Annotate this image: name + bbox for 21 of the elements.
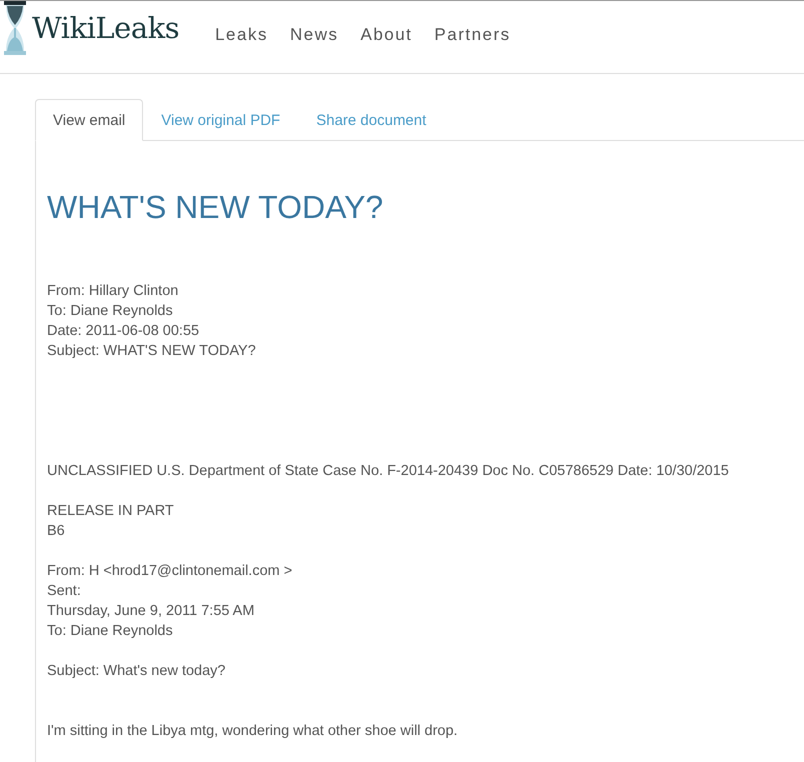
hourglass-icon: [3, 1, 27, 55]
nav-link[interactable]: Partners: [434, 25, 511, 45]
email-line: Sent:: [47, 582, 82, 601]
email-line: To: Diane Reynolds: [47, 622, 174, 641]
email-line: RELEASE IN PART: [47, 502, 175, 521]
tab[interactable]: View email: [35, 99, 144, 141]
email-line: From: H <hrod17@clintonemail.com >: [47, 562, 294, 581]
nav-link[interactable]: Leaks: [215, 25, 268, 45]
site-logo-text[interactable]: WikiLeaks: [32, 11, 180, 45]
email-title: WHAT'S NEW TODAY?: [47, 189, 384, 226]
email-line: B6: [47, 522, 66, 541]
email-line: I'm sitting in the Libya mtg, wondering what other shoe will drop.: [47, 722, 459, 741]
email-line: Subject: What's new today?: [47, 662, 226, 681]
nav-link[interactable]: About: [360, 25, 412, 45]
email-header-line: To: Diane Reynolds: [47, 302, 174, 321]
email-header-line: From: Hillary Clinton: [47, 282, 180, 301]
email-line: UNCLASSIFIED U.S. Department of State Case No. F-2014-20439 Doc No. C05786529 Date: 10/30/2015: [47, 462, 730, 481]
email-line: Thursday, June 9, 2011 7:55 AM: [47, 602, 256, 621]
nav-link[interactable]: News: [290, 25, 338, 45]
email-header-line: Subject: WHAT'S NEW TODAY?: [47, 342, 257, 361]
email-header-line: Date: 2011-06-08 00:55: [47, 322, 200, 341]
